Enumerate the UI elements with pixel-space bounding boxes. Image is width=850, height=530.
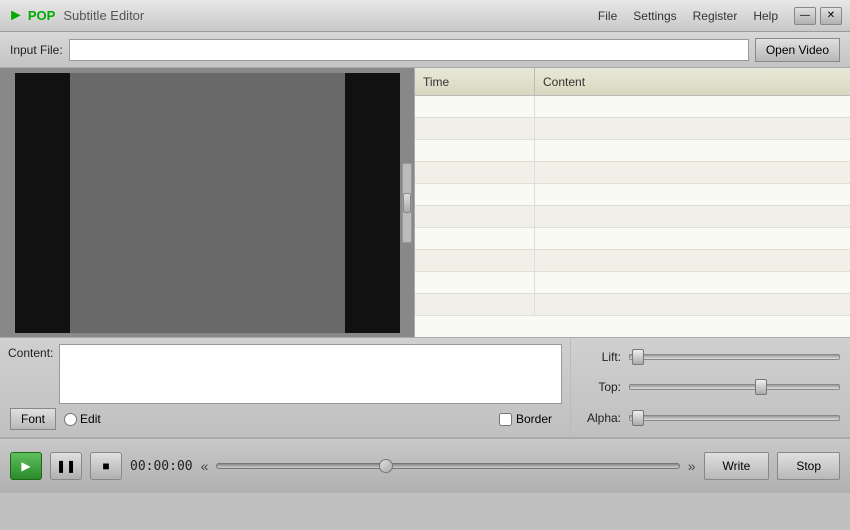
- play-icon: ▶: [21, 459, 30, 473]
- video-scrollbar-thumb[interactable]: [403, 193, 411, 213]
- seek-thumb[interactable]: [379, 459, 393, 473]
- border-row: Border: [499, 412, 562, 426]
- lift-slider-row: Lift:: [581, 346, 840, 368]
- video-black-left: [15, 73, 70, 333]
- stop-button-main[interactable]: Stop: [777, 452, 840, 480]
- menu-register[interactable]: Register: [693, 9, 738, 23]
- menu-settings[interactable]: Settings: [633, 9, 676, 23]
- table-row: [415, 184, 850, 206]
- input-file-field[interactable]: [69, 39, 749, 61]
- alpha-label: Alpha:: [581, 411, 621, 425]
- alpha-track[interactable]: [629, 415, 840, 421]
- content-right: Lift: Top: Alpha:: [570, 338, 850, 437]
- video-panel: [0, 68, 415, 337]
- content-label-row: Content:: [8, 344, 562, 404]
- time-display: 00:00:00: [130, 459, 193, 474]
- content-label: Content:: [8, 344, 53, 360]
- table-row: [415, 272, 850, 294]
- stop-icon: ■: [102, 459, 109, 473]
- window-controls: — ✕: [794, 7, 842, 25]
- video-scrollbar[interactable]: [402, 163, 412, 243]
- content-left: Content: Font Edit Border: [0, 338, 570, 437]
- table-row: [415, 140, 850, 162]
- top-track[interactable]: [629, 384, 840, 390]
- content-textarea[interactable]: [59, 344, 562, 404]
- table-row: [415, 228, 850, 250]
- pause-icon: ❚❚: [56, 459, 76, 473]
- minimize-button[interactable]: —: [794, 7, 816, 25]
- table-row: [415, 294, 850, 316]
- app-subtitle: Subtitle Editor: [63, 8, 144, 23]
- lift-label: Lift:: [581, 350, 621, 364]
- logo-arrow: ►: [8, 7, 24, 25]
- seek-back-arrow[interactable]: «: [201, 458, 209, 474]
- top-label: Top:: [581, 380, 621, 394]
- table-row: [415, 206, 850, 228]
- seek-bar[interactable]: [216, 463, 679, 469]
- input-file-label: Input File:: [10, 43, 63, 57]
- font-edit-row: Font Edit Border: [8, 408, 562, 430]
- top-thumb[interactable]: [755, 379, 767, 395]
- lift-track[interactable]: [629, 354, 840, 360]
- subtitle-panel: Time Content: [415, 68, 850, 337]
- edit-radio-input[interactable]: [64, 413, 77, 426]
- menu-help[interactable]: Help: [753, 9, 778, 23]
- main-area: Time Content: [0, 68, 850, 338]
- close-button[interactable]: ✕: [820, 7, 842, 25]
- video-screen: [15, 73, 400, 333]
- col-time-header: Time: [415, 68, 535, 95]
- subtitle-table-body[interactable]: [415, 96, 850, 337]
- pause-button[interactable]: ❚❚: [50, 452, 82, 480]
- menu-bar: File Settings Register Help: [598, 9, 778, 23]
- open-video-button[interactable]: Open Video: [755, 38, 840, 62]
- bottom-area: Content: Font Edit Border Lift:: [0, 338, 850, 493]
- table-row: [415, 162, 850, 184]
- table-row: [415, 118, 850, 140]
- stop-button-small[interactable]: ■: [90, 452, 122, 480]
- app-abbr: POP: [28, 8, 55, 23]
- top-slider-row: Top:: [581, 376, 840, 398]
- font-button[interactable]: Font: [10, 408, 56, 430]
- lift-thumb[interactable]: [632, 349, 644, 365]
- subtitle-table-header: Time Content: [415, 68, 850, 96]
- seek-forward-arrow[interactable]: »: [688, 458, 696, 474]
- table-row: [415, 96, 850, 118]
- table-row: [415, 250, 850, 272]
- play-button[interactable]: ▶: [10, 452, 42, 480]
- app-logo: ► POP Subtitle Editor: [8, 7, 144, 25]
- playback-bar: ▶ ❚❚ ■ 00:00:00 « » Write Stop: [0, 438, 850, 493]
- edit-radio: Edit: [64, 412, 101, 426]
- write-button[interactable]: Write: [704, 452, 770, 480]
- border-label: Border: [516, 412, 552, 426]
- edit-radio-label: Edit: [80, 412, 101, 426]
- content-row: Content: Font Edit Border Lift:: [0, 338, 850, 438]
- video-black-right: [345, 73, 400, 333]
- col-content-header: Content: [535, 68, 850, 95]
- alpha-slider-row: Alpha:: [581, 407, 840, 429]
- alpha-thumb[interactable]: [632, 410, 644, 426]
- title-bar: ► POP Subtitle Editor File Settings Regi…: [0, 0, 850, 32]
- menu-file[interactable]: File: [598, 9, 617, 23]
- input-bar: Input File: Open Video: [0, 32, 850, 68]
- border-checkbox[interactable]: [499, 413, 512, 426]
